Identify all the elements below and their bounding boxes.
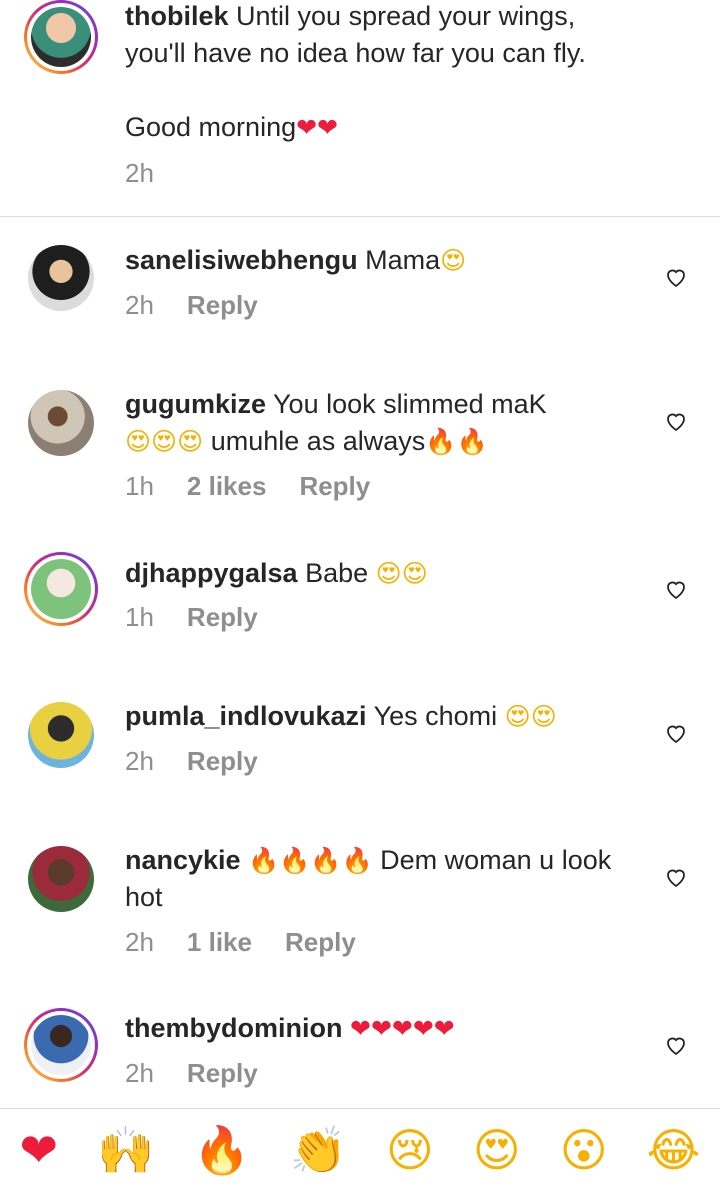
comment-body: Dem woman u look — [380, 845, 612, 875]
avatar-image — [31, 7, 91, 67]
comment-meta: 2h 1 like Reply — [125, 927, 356, 958]
heart-eyes-reaction-icon[interactable]: 😍 — [473, 1127, 521, 1173]
comment-time: 1h — [125, 602, 154, 632]
caption-line-2: you'll have no idea how far you can fly. — [125, 38, 586, 68]
caption-time: 2h — [125, 158, 154, 188]
caption-avatar[interactable] — [24, 0, 98, 74]
likes-count[interactable]: 2 likes — [187, 471, 267, 502]
comment-body: You look slimmed maK — [273, 389, 547, 419]
comment-body-line-2: umuhle as always — [210, 426, 426, 456]
comment-body: Yes chomi — [373, 701, 498, 731]
comment-time: 2h — [125, 746, 154, 776]
comment-fire-emoji: 🔥🔥 — [425, 427, 488, 456]
commenter-avatar[interactable] — [28, 846, 94, 912]
reply-button[interactable]: Reply — [285, 927, 356, 958]
comment-meta: 2h Reply — [125, 290, 258, 321]
reply-button[interactable]: Reply — [299, 471, 370, 502]
commenter-avatar[interactable] — [28, 390, 94, 456]
comment-meta: 2h Reply — [125, 1058, 258, 1089]
laughing-tears-reaction-icon[interactable]: 😂 — [647, 1127, 701, 1173]
comment-emoji: 😍😍 — [375, 559, 428, 588]
caption-username[interactable]: thobilek — [125, 1, 229, 31]
comment-emoji: 😍😍😍 — [125, 427, 204, 456]
raised-hands-reaction-icon[interactable]: 🙌 — [97, 1127, 154, 1173]
crying-face-reaction-icon[interactable]: 😢 — [386, 1127, 434, 1173]
reply-button[interactable]: Reply — [187, 1058, 258, 1089]
comment-time: 2h — [125, 1058, 154, 1088]
post-caption: thobilek Until you spread your wings, yo… — [0, 0, 720, 217]
clap-reaction-icon[interactable]: 👏 — [290, 1127, 347, 1173]
comment-time: 1h — [125, 471, 154, 501]
caption-line-1: Until you spread your wings, — [236, 1, 576, 31]
like-heart-icon[interactable] — [664, 865, 688, 889]
comment-meta: 1h Reply — [125, 602, 258, 633]
comment-text: sanelisiwebhengu Mama😍 — [125, 242, 645, 279]
avatar-image — [31, 559, 91, 619]
comment-time: 2h — [125, 927, 154, 957]
comment-meta: 2h Reply — [125, 746, 258, 777]
comment-username[interactable]: nancykie — [125, 845, 241, 875]
comment-emoji: 😍 — [440, 246, 467, 275]
like-heart-icon[interactable] — [664, 409, 688, 433]
reply-button[interactable]: Reply — [187, 290, 258, 321]
caption-heart-emoji: ❤❤ — [296, 113, 339, 142]
comment-time: 2h — [125, 290, 154, 320]
reply-button[interactable]: Reply — [187, 602, 258, 633]
like-heart-icon[interactable] — [664, 265, 688, 289]
like-heart-icon[interactable] — [664, 1033, 688, 1057]
like-heart-icon[interactable] — [664, 577, 688, 601]
comment-text: thembydominion ❤❤❤❤❤ — [125, 1010, 645, 1047]
commenter-avatar[interactable] — [28, 702, 94, 768]
comment-body: Mama — [365, 245, 441, 275]
comment-text: gugumkize You look slimmed maK 😍😍😍 umuhl… — [125, 386, 645, 460]
comment-meta: 1h 2 likes Reply — [125, 471, 370, 502]
like-heart-icon[interactable] — [664, 721, 688, 745]
comment-text: nancykie 🔥🔥🔥🔥 Dem woman u look hot — [125, 842, 645, 916]
comment-username[interactable]: gugumkize — [125, 389, 266, 419]
caption-line-3: Good morning — [125, 112, 297, 142]
comment-fire-emoji: 🔥🔥🔥🔥 — [248, 846, 373, 875]
heart-reaction-icon[interactable]: ❤ — [19, 1127, 58, 1173]
comment-text: pumla_indlovukazi Yes chomi 😍😍 — [125, 698, 645, 735]
comment-username[interactable]: djhappygalsa — [125, 558, 298, 588]
comment-username[interactable]: sanelisiwebhengu — [125, 245, 358, 275]
fire-reaction-icon[interactable]: 🔥 — [193, 1127, 250, 1173]
caption-meta: 2h — [125, 158, 154, 189]
avatar-image — [31, 1015, 91, 1075]
likes-count[interactable]: 1 like — [187, 927, 252, 958]
comment-body: Babe — [305, 558, 369, 588]
comment-text: djhappygalsa Babe 😍😍 — [125, 555, 645, 592]
commenter-avatar[interactable] — [28, 245, 94, 311]
caption-text: thobilek Until you spread your wings, yo… — [125, 0, 645, 146]
comment-body-line-2: hot — [125, 882, 163, 912]
quick-reaction-bar: ❤ 🙌 🔥 👏 😢 😍 😮 😂 — [0, 1108, 720, 1191]
comment-emoji: ❤❤❤❤❤ — [350, 1014, 455, 1043]
commenter-avatar[interactable] — [24, 552, 98, 626]
commenter-avatar[interactable] — [24, 1008, 98, 1082]
comment-username[interactable]: pumla_indlovukazi — [125, 701, 367, 731]
surprised-face-reaction-icon[interactable]: 😮 — [560, 1127, 608, 1173]
comment-emoji: 😍😍 — [504, 702, 557, 731]
reply-button[interactable]: Reply — [187, 746, 258, 777]
comment-username[interactable]: thembydominion — [125, 1013, 343, 1043]
